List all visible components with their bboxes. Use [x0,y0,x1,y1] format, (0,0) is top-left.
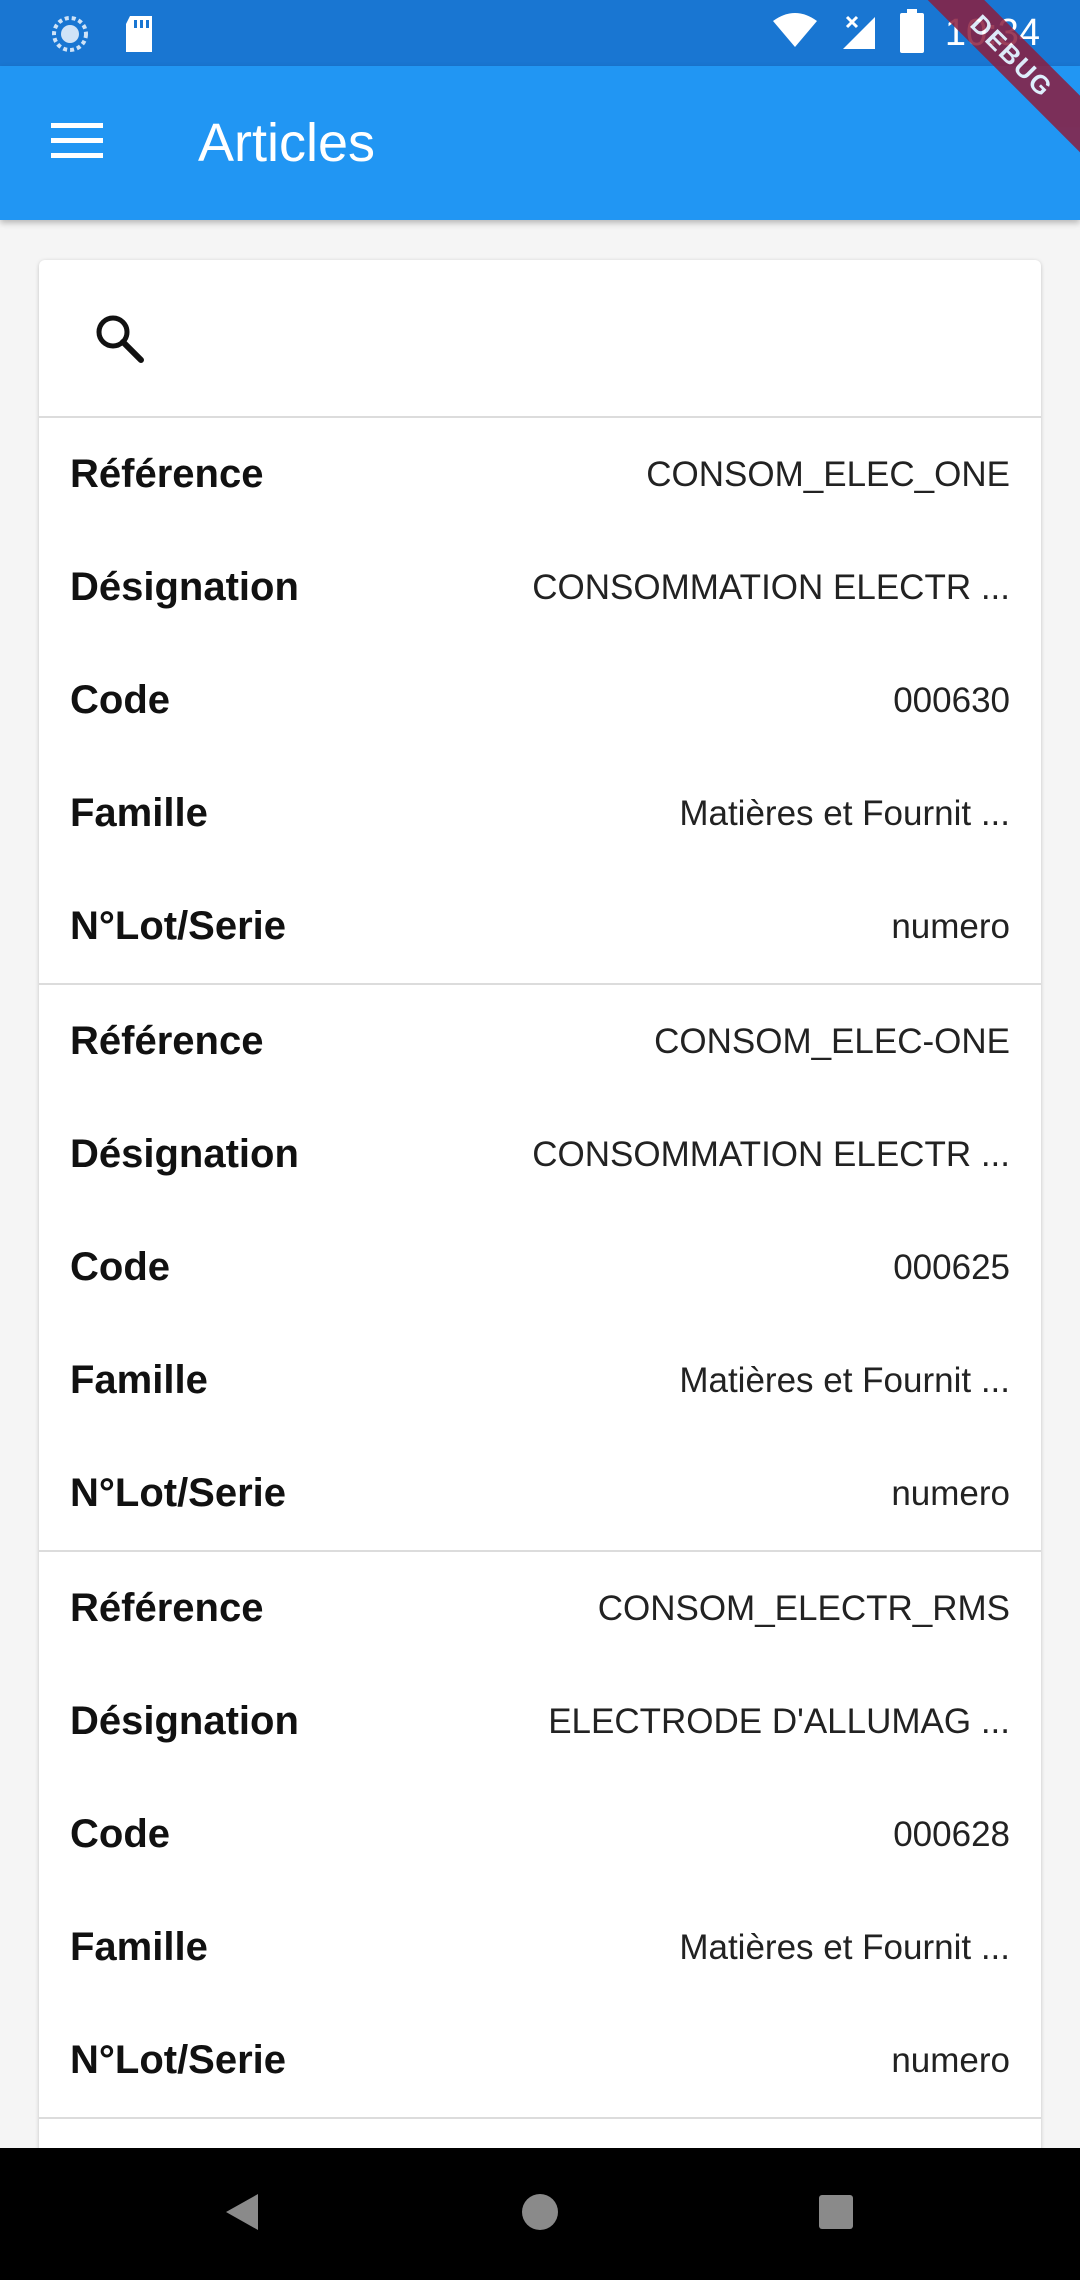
famille-value: Matières et Fournit ... [679,1927,1010,1967]
wifi-icon [771,11,819,56]
famille-value: Matières et Fournit ... [679,1360,1010,1400]
lot-value: numero [891,2040,1010,2080]
signal-icon [839,11,879,56]
article-item[interactable]: Référence CONSOM_ELEC-ONE Désignation CO… [39,985,1041,1552]
code-value: 000625 [893,1247,1010,1287]
designation-row: Désignation CONSOMMATION ELECTR ... [70,531,1010,644]
home-button[interactable] [500,2178,580,2250]
lot-row: N°Lot/Serie numero [70,1437,1010,1550]
recents-icon [818,2194,854,2235]
search-icon[interactable] [91,310,147,366]
sync-icon [50,14,90,59]
code-row: Code 000625 [70,1211,1010,1324]
menu-button[interactable] [40,111,114,175]
lot-value: numero [891,1473,1010,1513]
designation-row: Désignation ELECTRODE D'ALLUMAG ... [70,1665,1010,1778]
reference-value: CONSOM_ELEC_ONE [646,454,1010,494]
famille-row: Famille Matières et Fournit ... [70,1891,1010,2004]
famille-value: Matières et Fournit ... [679,793,1010,833]
article-item[interactable]: Référence CONSOM_ELECTR_RMS Désignation … [39,1552,1041,2119]
designation-label: Désignation [70,1699,299,1743]
famille-row: Famille Matières et Fournit ... [70,1324,1010,1437]
code-row: Code 000628 [70,1778,1010,1891]
famille-label: Famille [70,1358,208,1402]
lot-row: N°Lot/Serie numero [70,870,1010,983]
article-item[interactable]: Référence CONSOM_ELEC_ONE Désignation CO… [39,418,1041,985]
famille-label: Famille [70,791,208,835]
famille-label: Famille [70,1925,208,1969]
reference-label: Référence [70,1019,264,1063]
designation-value: CONSOMMATION ELECTR ... [532,567,1010,607]
designation-row: Désignation CONSOMMATION ELECTR ... [70,1098,1010,1211]
status-bar: 10:34 [0,0,1080,66]
famille-row: Famille Matières et Fournit ... [70,757,1010,870]
article-item[interactable] [39,2119,1041,2148]
status-left-icons [50,14,156,59]
back-button[interactable] [202,2178,282,2250]
articles-card: Référence CONSOM_ELEC_ONE Désignation CO… [39,260,1041,2148]
code-row: Code 000630 [70,644,1010,757]
reference-row: Référence CONSOM_ELECTR_RMS [70,1552,1010,1665]
search-bar[interactable] [39,260,1041,418]
app-bar: Articles [0,66,1080,220]
lot-row: N°Lot/Serie numero [70,2004,1010,2117]
sd-card-icon [122,14,156,59]
lot-label: N°Lot/Serie [70,904,287,948]
code-label: Code [70,1245,170,1289]
code-value: 000630 [893,680,1010,720]
content-area[interactable]: Référence CONSOM_ELEC_ONE Désignation CO… [0,220,1080,2148]
home-icon [520,2192,560,2237]
lot-label: N°Lot/Serie [70,2038,287,2082]
reference-row: Référence CONSOM_ELEC_ONE [70,418,1010,531]
lot-value: numero [891,906,1010,946]
designation-label: Désignation [70,565,299,609]
lot-label: N°Lot/Serie [70,1471,287,1515]
designation-value: CONSOMMATION ELECTR ... [532,1134,1010,1174]
page-title: Articles [198,113,376,173]
code-value: 000628 [893,1814,1010,1854]
menu-icon [51,122,103,164]
reference-row: Référence CONSOM_ELEC-ONE [70,985,1010,1098]
code-label: Code [70,678,170,722]
back-icon [224,2192,260,2237]
designation-value: ELECTRODE D'ALLUMAG ... [548,1701,1010,1741]
reference-value: CONSOM_ELECTR_RMS [597,1588,1010,1628]
reference-label: Référence [70,452,264,496]
reference-value: CONSOM_ELEC-ONE [654,1021,1010,1061]
recents-button[interactable] [796,2178,876,2250]
reference-label: Référence [70,1586,264,1630]
code-label: Code [70,1812,170,1856]
designation-label: Désignation [70,1132,299,1176]
system-nav-bar [0,2148,1080,2280]
battery-icon [899,8,925,58]
